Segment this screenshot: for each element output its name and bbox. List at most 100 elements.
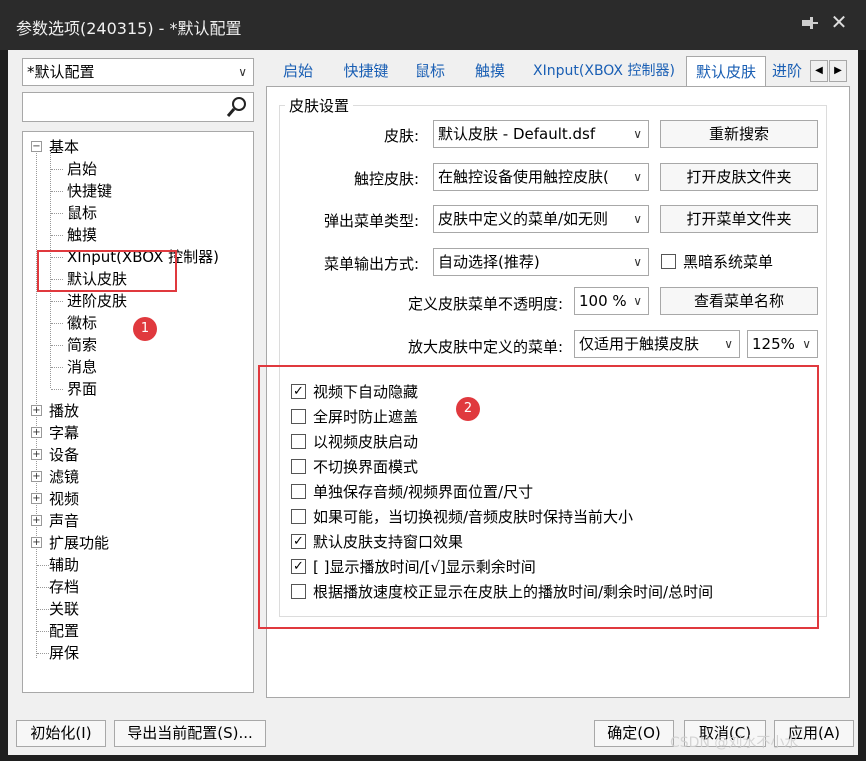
skin-select-value: 默认皮肤 - Default.dsf: [438, 125, 596, 143]
chevron-down-icon: ∨: [633, 294, 642, 308]
enlarge-percent-select[interactable]: 125% ∨: [747, 330, 818, 358]
enlarge-menu-label: 放大皮肤中定义的菜单:: [407, 338, 563, 356]
ok-button[interactable]: 确定(O): [594, 720, 674, 747]
chevron-down-icon: ∨: [633, 255, 642, 269]
annotation-badge-1: 1: [133, 317, 157, 341]
dark-menu-checkbox[interactable]: 黑暗系统菜单: [661, 251, 773, 273]
collapse-icon[interactable]: −: [31, 141, 42, 152]
tree-item-screensaver[interactable]: 屏保: [49, 642, 79, 664]
touch-skin-label: 触控皮肤:: [353, 170, 419, 188]
tree-item-archive[interactable]: 存档: [49, 576, 79, 598]
enlarge-percent-value: 125%: [752, 335, 795, 353]
tree-line: [51, 169, 63, 170]
annotation-badge-2: 2: [456, 397, 480, 421]
menu-opacity-label: 定义皮肤菜单不透明度:: [407, 295, 563, 313]
chevron-down-icon: ∨: [724, 337, 733, 351]
tree-line: [36, 150, 37, 658]
menu-output-label: 菜单输出方式:: [323, 255, 419, 273]
skin-select[interactable]: 默认皮肤 - Default.dsf ∨: [433, 120, 649, 148]
popup-menu-type-value: 皮肤中定义的菜单/如无则: [438, 210, 609, 228]
tree-item-interface[interactable]: 界面: [67, 378, 97, 400]
tab-startup[interactable]: 启始: [274, 59, 322, 85]
rescan-button[interactable]: 重新搜索: [660, 120, 818, 148]
group-title: 皮肤设置: [285, 95, 354, 116]
window-title: 参数选项(240315) - *默认配置: [16, 19, 242, 38]
popup-menu-type-select[interactable]: 皮肤中定义的菜单/如无则 ∨: [433, 205, 649, 233]
tree-item-advanced-skin[interactable]: 进阶皮肤: [67, 290, 127, 312]
search-icon[interactable]: [225, 95, 249, 119]
view-menu-names-button[interactable]: 查看菜单名称: [660, 287, 818, 315]
highlight-box-1: [37, 250, 177, 292]
tree-line: [51, 191, 63, 192]
tree-line: [37, 587, 49, 588]
tree-item-mouse[interactable]: 鼠标: [67, 202, 97, 224]
title-bar: 参数选项(240315) - *默认配置 ✕: [0, 0, 866, 50]
highlight-box-2: [258, 365, 819, 629]
popup-menu-type-label: 弹出菜单类型:: [323, 212, 419, 230]
menu-opacity-select[interactable]: 100 % ∨: [574, 287, 649, 315]
checkbox-box[interactable]: [661, 254, 676, 269]
tree-line: [37, 565, 49, 566]
chevron-down-icon: ∨: [631, 206, 642, 232]
tree-line: [51, 235, 63, 236]
expand-icon[interactable]: +: [31, 405, 42, 416]
search-input[interactable]: [22, 92, 254, 122]
open-skin-folder-button[interactable]: 打开皮肤文件夹: [660, 163, 818, 191]
tree-item-association[interactable]: 关联: [49, 598, 79, 620]
skin-label: 皮肤:: [383, 127, 419, 145]
tree-line: [37, 653, 49, 654]
menu-output-value: 自动选择(推荐): [438, 253, 540, 271]
touch-skin-select-value: 在触控设备使用触控皮肤(: [438, 168, 609, 186]
tab-strip: 启始 快捷键 鼠标 触摸 XInput(XBOX 控制器) 默认皮肤 进阶 ◀ …: [266, 56, 847, 87]
enlarge-menu-value: 仅适用于触摸皮肤: [579, 335, 700, 353]
menu-output-select[interactable]: 自动选择(推荐) ∨: [433, 248, 649, 276]
chevron-down-icon: ∨: [631, 164, 642, 190]
profile-select-value: *默认配置: [27, 63, 95, 81]
tree-item-hotkeys[interactable]: 快捷键: [67, 180, 112, 202]
expand-icon[interactable]: +: [31, 537, 42, 548]
tab-scroll-right-icon[interactable]: ▶: [829, 60, 847, 82]
init-button[interactable]: 初始化(I): [16, 720, 106, 747]
tab-advanced[interactable]: 进阶: [772, 59, 808, 85]
tree-line: [51, 213, 63, 214]
export-config-button[interactable]: 导出当前配置(S)...: [114, 720, 266, 747]
tab-xinput[interactable]: XInput(XBOX 控制器): [528, 59, 680, 85]
profile-select[interactable]: *默认配置 ∨: [22, 58, 254, 86]
tab-default-skin[interactable]: 默认皮肤: [686, 56, 766, 87]
expand-icon[interactable]: +: [31, 471, 42, 482]
menu-opacity-value: 100 %: [579, 292, 627, 310]
expand-icon[interactable]: +: [31, 493, 42, 504]
tree-item-logo[interactable]: 徽标: [67, 312, 97, 334]
tab-mouse[interactable]: 鼠标: [406, 59, 454, 85]
watermark: CSDN @刘水不小水: [670, 735, 799, 751]
chevron-down-icon: ∨: [238, 65, 247, 79]
close-icon[interactable]: ✕: [828, 10, 850, 34]
tab-hotkeys[interactable]: 快捷键: [334, 59, 398, 85]
open-menu-folder-button[interactable]: 打开菜单文件夹: [660, 205, 818, 233]
touch-skin-select[interactable]: 在触控设备使用触控皮肤( ∨: [433, 163, 649, 191]
expand-icon[interactable]: +: [31, 515, 42, 526]
tree-item-touch[interactable]: 触摸: [67, 224, 97, 246]
chevron-down-icon: ∨: [633, 127, 642, 141]
tree-line: [37, 631, 49, 632]
chevron-down-icon: ∨: [802, 337, 811, 351]
tree-line: [37, 609, 49, 610]
tree-line: [51, 389, 63, 390]
tree-line: [51, 367, 63, 368]
tree-item-assist[interactable]: 辅助: [49, 554, 79, 576]
pin-icon[interactable]: [798, 12, 820, 34]
tree-item-message[interactable]: 消息: [67, 356, 97, 378]
tree-line: [51, 323, 63, 324]
tree-item-config[interactable]: 配置: [49, 620, 79, 642]
expand-icon[interactable]: +: [31, 449, 42, 460]
expand-icon[interactable]: +: [31, 427, 42, 438]
tab-touch[interactable]: 触摸: [466, 59, 514, 85]
tab-scroll-left-icon[interactable]: ◀: [810, 60, 828, 82]
tree-item-startup[interactable]: 启始: [67, 158, 97, 180]
dialog-client: *默认配置 ∨ − 基本 启始 快捷键 鼠标 触摸 XInput(XBOX 控制…: [8, 50, 858, 755]
tree-line: [51, 301, 63, 302]
enlarge-menu-select[interactable]: 仅适用于触摸皮肤 ∨: [574, 330, 740, 358]
settings-tree: − 基本 启始 快捷键 鼠标 触摸 XInput(XBOX 控制器) 默认皮肤 …: [22, 131, 254, 693]
tree-item-index[interactable]: 简索: [67, 334, 97, 356]
tree-line: [51, 345, 63, 346]
